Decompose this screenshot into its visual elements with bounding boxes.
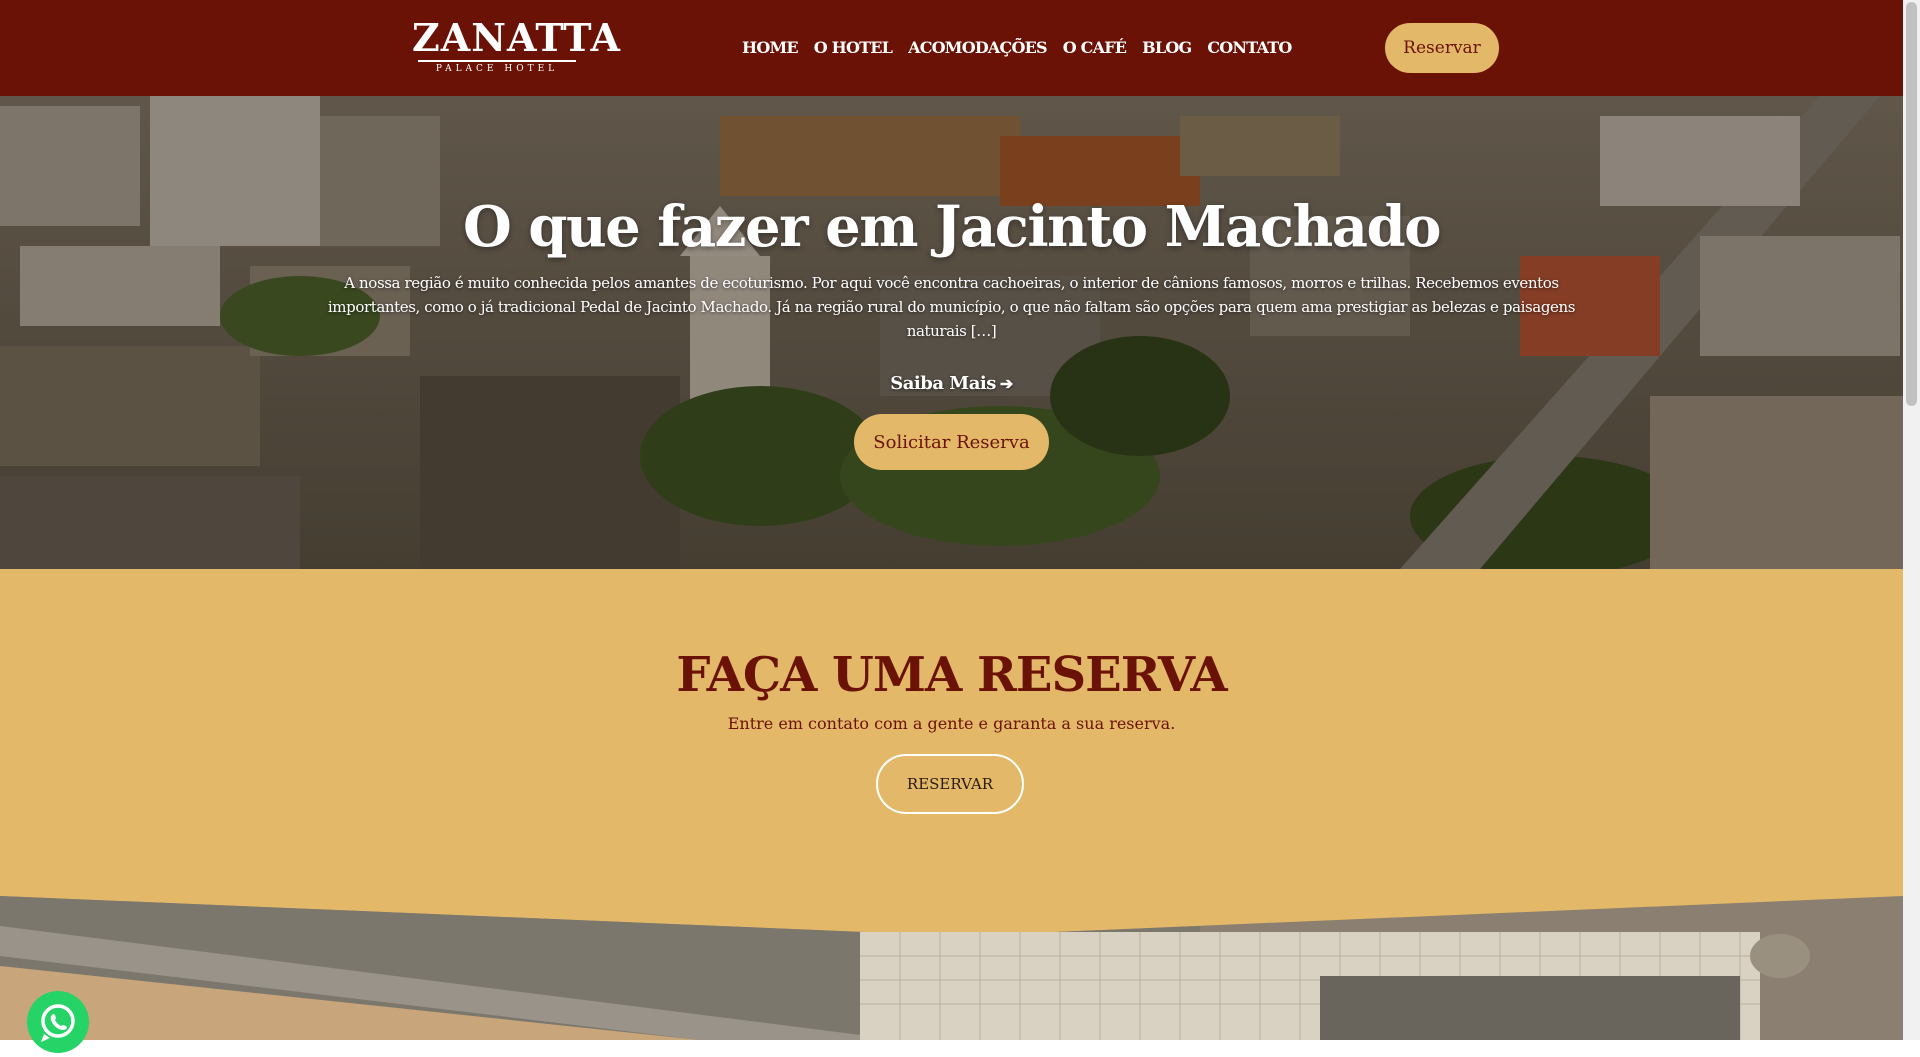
site-header: ZANATTA PALACE HOTEL HOME O HOTEL ACOMOD…	[0, 0, 1903, 96]
whatsapp-icon	[41, 1004, 75, 1042]
reservar-button[interactable]: RESERVAR	[876, 754, 1024, 814]
saiba-mais-label: Saiba Mais	[890, 373, 996, 394]
saiba-mais-link[interactable]: Saiba Mais ➔	[0, 372, 1903, 396]
hero-section: O que fazer em Jacinto Machado A nossa r…	[0, 96, 1903, 569]
logo-tagline: PALACE HOTEL	[435, 64, 559, 74]
nav-acomodacoes[interactable]: ACOMODAÇÕES	[908, 36, 1047, 60]
solicitar-reserva-button[interactable]: Solicitar Reserva	[854, 414, 1049, 470]
reserva-section: FAÇA UMA RESERVA Entre em contato com a …	[0, 569, 1903, 1040]
nav-o-cafe[interactable]: O CAFÉ	[1063, 36, 1127, 60]
scrollbar-thumb[interactable]	[1906, 2, 1917, 406]
hero-title: O que fazer em Jacinto Machado	[463, 194, 1441, 260]
nav-home[interactable]: HOME	[742, 36, 799, 60]
nav-contato[interactable]: CONTATO	[1207, 36, 1292, 60]
nav-o-hotel[interactable]: O HOTEL	[814, 36, 893, 60]
logo-wordmark: ZANATTA	[412, 15, 621, 60]
reserva-title: FAÇA UMA RESERVA	[676, 647, 1227, 703]
main-nav: HOME O HOTEL ACOMODAÇÕES O CAFÉ BLOG CON…	[742, 36, 1292, 60]
hero-description: A nossa região é muito conhecida pelos a…	[327, 274, 1576, 340]
arrow-right-icon: ➔	[999, 374, 1013, 393]
page-scrollbar[interactable]	[1903, 0, 1920, 1040]
logo[interactable]: ZANATTA PALACE HOTEL	[412, 15, 621, 78]
header-reservar-button[interactable]: Reservar	[1385, 23, 1499, 73]
hotel-facade-image	[0, 896, 1903, 1040]
nav-blog[interactable]: BLOG	[1142, 36, 1192, 60]
whatsapp-button[interactable]	[27, 991, 89, 1053]
reserva-subtitle: Entre em contato com a gente e garanta a…	[727, 714, 1176, 733]
